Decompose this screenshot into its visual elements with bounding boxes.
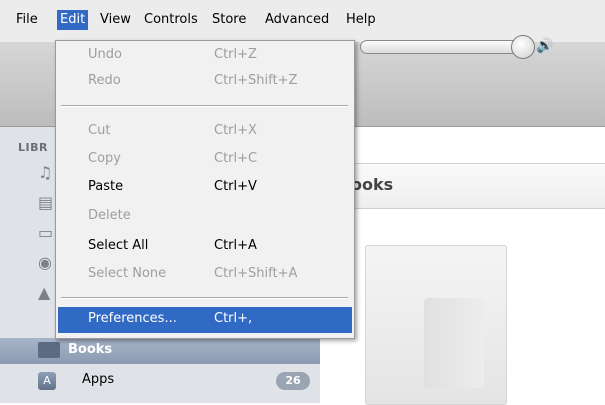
- menu-item-redo[interactable]: Redo Ctrl+Shift+Z: [58, 69, 352, 95]
- menu-store[interactable]: Store: [209, 10, 249, 30]
- menu-controls[interactable]: Controls: [141, 10, 201, 30]
- menu-view[interactable]: View: [97, 10, 134, 30]
- menu-item-shortcut: Ctrl+A: [214, 238, 257, 253]
- book-placeholder-artwork[interactable]: [365, 245, 507, 405]
- menu-separator: [61, 105, 348, 107]
- menu-item-label: Cut: [88, 123, 111, 138]
- sidebar-item-books[interactable]: Books: [0, 338, 320, 364]
- menu-item-cut[interactable]: Cut Ctrl+X: [58, 119, 352, 145]
- menu-item-label: Select None: [88, 266, 167, 281]
- menu-item-shortcut: Ctrl+V: [214, 179, 257, 194]
- volume-slider-track[interactable]: [360, 40, 524, 54]
- menu-item-label: Copy: [88, 151, 121, 166]
- menu-item-select-none[interactable]: Select None Ctrl+Shift+A: [58, 262, 352, 288]
- menu-item-select-all[interactable]: Select All Ctrl+A: [58, 234, 352, 260]
- apps-count-badge: 26: [276, 372, 310, 390]
- menu-item-shortcut: Ctrl+,: [214, 311, 253, 326]
- menu-item-label: Paste: [88, 179, 124, 194]
- books-icon: [38, 342, 60, 358]
- menu-help[interactable]: Help: [343, 10, 379, 30]
- menu-item-copy[interactable]: Copy Ctrl+C: [58, 147, 352, 173]
- menu-item-shortcut: Ctrl+C: [214, 151, 258, 166]
- main-content: ooks: [321, 127, 605, 405]
- apps-icon: A: [38, 372, 56, 390]
- volume-slider-knob[interactable]: [511, 35, 535, 59]
- menu-item-label: Select All: [88, 238, 149, 253]
- sidebar-item-books-label: Books: [68, 342, 113, 357]
- menu-item-label: Delete: [88, 208, 131, 223]
- content-header: ooks: [321, 163, 605, 209]
- menu-advanced[interactable]: Advanced: [262, 10, 332, 30]
- menu-bar: File Edit View Controls Store Advanced H…: [0, 0, 605, 42]
- speaker-icon: 🔊: [536, 38, 554, 54]
- menu-item-label: Redo: [88, 73, 121, 88]
- menu-edit[interactable]: Edit: [57, 10, 89, 30]
- library-header: LIBR: [18, 141, 48, 154]
- sidebar-item-apps-label: Apps: [82, 372, 115, 387]
- menu-item-shortcut: Ctrl+Shift+Z: [214, 73, 298, 88]
- menu-item-label: Undo: [88, 47, 122, 62]
- menu-item-preferences[interactable]: Preferences... Ctrl+,: [58, 307, 352, 333]
- menu-file[interactable]: File: [13, 10, 41, 30]
- menu-item-delete[interactable]: Delete: [58, 204, 352, 230]
- menu-item-label: Preferences...: [88, 311, 177, 326]
- menu-item-paste[interactable]: Paste Ctrl+V: [58, 175, 352, 201]
- menu-item-shortcut: Ctrl+X: [214, 123, 257, 138]
- menu-item-shortcut: Ctrl+Shift+A: [214, 266, 298, 281]
- menu-separator: [61, 297, 348, 299]
- edit-menu-dropdown: Undo Ctrl+Z Redo Ctrl+Shift+Z Cut Ctrl+X…: [55, 40, 355, 339]
- menu-item-undo[interactable]: Undo Ctrl+Z: [58, 43, 352, 69]
- sidebar-item-apps[interactable]: A Apps 26: [0, 368, 320, 394]
- book-icon: [424, 298, 484, 388]
- page-title: ooks: [351, 175, 394, 194]
- menu-item-shortcut: Ctrl+Z: [214, 47, 257, 62]
